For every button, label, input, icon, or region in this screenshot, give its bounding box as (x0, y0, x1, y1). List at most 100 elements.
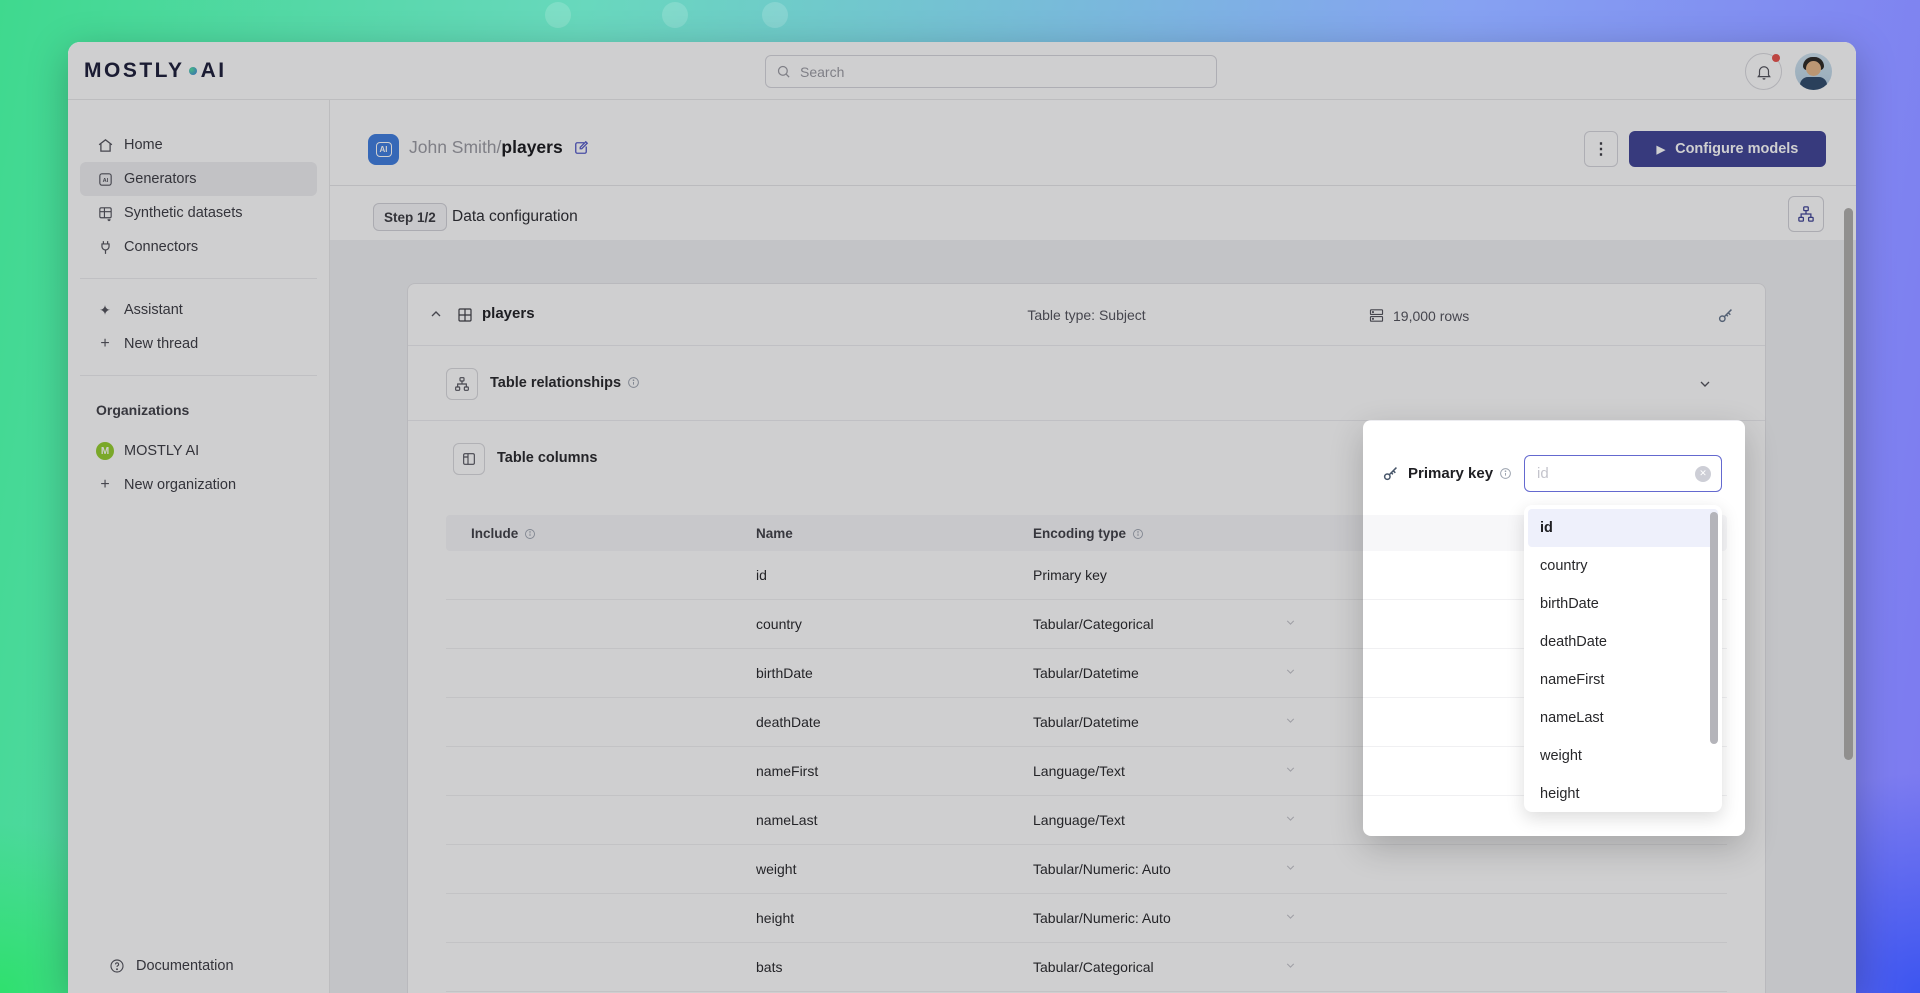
column-name: weight (756, 861, 1033, 877)
sidebar: Home AI Generators Synthetic datasets Co… (68, 100, 330, 993)
encoding-select[interactable]: Tabular/Categorical (1033, 959, 1727, 975)
organizations-section-label: Organizations (68, 390, 329, 424)
mostly-ai-logo: MOSTLY AI (84, 59, 227, 83)
column-name: height (756, 910, 1033, 926)
notification-dot (1772, 54, 1780, 62)
column-name: country (756, 616, 1033, 632)
chevron-down-icon[interactable] (1697, 376, 1713, 397)
chevron-down-icon (1284, 861, 1297, 877)
search-input[interactable] (800, 64, 1206, 80)
logo-text-left: MOSTLY (84, 59, 185, 83)
primary-key-icon[interactable] (1716, 306, 1735, 330)
dropdown-option-deathDate[interactable]: deathDate (1528, 623, 1718, 661)
assistant-sparkle-icon: ✦ (96, 302, 114, 319)
configure-models-button[interactable]: ▶ Configure models (1629, 131, 1826, 167)
info-icon (627, 376, 640, 389)
page-scrollbar[interactable] (1844, 208, 1853, 760)
encoding-select[interactable]: Tabular/Numeric: Auto (1033, 910, 1727, 926)
encoding-select[interactable]: Tabular/Numeric: Auto (1033, 861, 1727, 877)
generators-icon: AI (96, 171, 114, 188)
primary-key-dropdown: id country birthDate deathDate nameFirst… (1524, 505, 1722, 812)
svg-text:AI: AI (102, 177, 108, 183)
sidebar-item-assistant[interactable]: ✦ Assistant (80, 293, 317, 327)
search-box[interactable] (765, 55, 1217, 88)
sidebar-item-new-thread[interactable]: + New thread (80, 327, 317, 361)
dropdown-option-weight[interactable]: weight (1528, 737, 1718, 775)
generator-type-icon: AI (368, 134, 399, 165)
columns-label: Table columns (497, 450, 597, 466)
chevron-down-icon (1284, 714, 1297, 730)
sidebar-item-label: Generators (124, 171, 197, 187)
sidebar-item-generators[interactable]: AI Generators (80, 162, 317, 196)
sidebar-item-label: MOSTLY AI (124, 443, 199, 459)
dropdown-scrollbar[interactable] (1710, 512, 1718, 744)
dropdown-option-id[interactable]: id (1528, 509, 1718, 547)
ai-chip-label: AI (376, 142, 392, 157)
logo-dot-icon (189, 67, 197, 75)
sidebar-item-home[interactable]: Home (80, 128, 317, 162)
table-row-weight: weight Tabular/Numeric: Auto (446, 845, 1727, 894)
more-actions-button[interactable]: ⋮ (1584, 131, 1618, 167)
dropdown-option-country[interactable]: country (1528, 547, 1718, 585)
help-icon (108, 958, 126, 974)
wallpaper-decoration (762, 2, 788, 28)
table-card-header[interactable]: players Table type: Subject 19,000 rows (408, 284, 1765, 346)
column-name: nameFirst (756, 763, 1033, 779)
primary-key-select[interactable]: ✕ (1524, 455, 1722, 492)
avatar-face (1806, 61, 1821, 76)
step-title: Data configuration (452, 208, 578, 226)
relationships-icon (454, 376, 470, 392)
play-icon: ▶ (1657, 143, 1665, 156)
wallpaper-decoration (662, 2, 688, 28)
hierarchy-icon (1797, 205, 1815, 223)
info-icon (524, 528, 536, 540)
chevron-down-icon (1284, 763, 1297, 779)
dropdown-option-nameFirst[interactable]: nameFirst (1528, 661, 1718, 699)
clear-icon[interactable]: ✕ (1695, 466, 1711, 482)
dropdown-option-birthDate[interactable]: birthDate (1528, 585, 1718, 623)
primary-key-input[interactable] (1525, 465, 1665, 482)
avatar-body (1800, 77, 1827, 90)
sidebar-item-org-mostly-ai[interactable]: M MOSTLY AI (80, 434, 317, 468)
dropdown-option-nameLast[interactable]: nameLast (1528, 699, 1718, 737)
breadcrumb: John Smith/ players (409, 137, 590, 158)
page-title: players (501, 137, 562, 158)
sidebar-item-connectors[interactable]: Connectors (80, 230, 317, 264)
user-avatar[interactable] (1795, 53, 1832, 90)
bell-icon (1755, 63, 1773, 81)
table-type-label: Table type: Subject (408, 307, 1765, 323)
logo-text-right: AI (201, 59, 227, 83)
step-badge: Step 1/2 (373, 203, 447, 231)
chevron-down-icon (1284, 665, 1297, 681)
table-relationships-section[interactable]: Table relationships (408, 346, 1765, 421)
sidebar-item-synthetic-datasets[interactable]: Synthetic datasets (80, 196, 317, 230)
org-badge-letter: M (96, 442, 114, 460)
breadcrumb-owner: John Smith/ (409, 137, 501, 158)
sidebar-item-label: New thread (124, 336, 198, 352)
sidebar-divider (80, 375, 317, 376)
info-icon (1499, 467, 1512, 480)
notifications-button[interactable] (1745, 53, 1782, 90)
rows-count: 19,000 rows (1368, 307, 1469, 324)
edit-title-icon[interactable] (572, 139, 590, 157)
chevron-down-icon (1284, 616, 1297, 632)
org-badge: M (96, 442, 114, 460)
database-icon (1368, 307, 1385, 324)
sidebar-item-new-organization[interactable]: + New organization (80, 468, 317, 502)
sidebar-item-documentation[interactable]: Documentation (92, 949, 305, 983)
kebab-icon: ⋮ (1593, 139, 1609, 159)
plus-icon: + (96, 335, 114, 353)
table-row-height: height Tabular/Numeric: Auto (446, 894, 1727, 943)
primary-key-field-label: Primary key (1381, 455, 1512, 492)
home-icon (96, 137, 114, 154)
dropdown-option-height[interactable]: height (1528, 775, 1718, 813)
model-tree-button[interactable] (1788, 196, 1824, 232)
sidebar-item-label: New organization (124, 477, 236, 493)
sidebar-item-label: Synthetic datasets (124, 205, 243, 221)
header-name: Name (756, 526, 1033, 541)
encoding-select[interactable]: Language/Text (1033, 812, 1727, 828)
column-name: nameLast (756, 812, 1033, 828)
rows-count-label: 19,000 rows (1393, 308, 1469, 324)
sidebar-item-label: Connectors (124, 239, 198, 255)
relationships-icon-box (446, 368, 478, 400)
